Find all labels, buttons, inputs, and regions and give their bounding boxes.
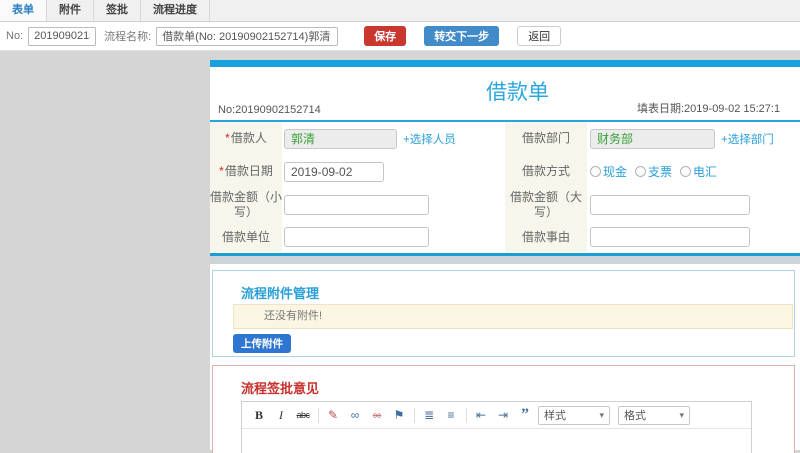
form-meta-row: No:20190902152714 填表日期:2019-09-02 15:27:… [210,101,800,122]
attachments-section: 流程附件管理 还没有附件! 上传附件 [212,270,795,357]
required-mark: * [225,131,230,145]
form-table: *借款人 +选择人员 借款部门 +选择部门 *借款日期 [210,122,800,252]
panel-accent-bar [210,60,800,67]
cash-radio[interactable] [590,166,601,177]
loan-method-label: 借款方式 [505,155,587,188]
form-title: 借款单 [486,81,549,104]
editor-toolbar: B I abc ✎ ∞ ∞ ⚑ ≣ ≡ ⇤ ⇥ ” 样式 ▾ 格式 ▾ [242,402,751,429]
no-input[interactable] [28,26,97,46]
cheque-radio-label[interactable]: 支票 [648,163,672,180]
anchor-flag-icon[interactable]: ⚑ [390,406,408,424]
section-divider [210,256,800,264]
fill-date: 填表日期:2019-09-02 15:27:1 [637,103,781,115]
amount-uppercase-label: 借款金额（大写） [505,188,587,222]
unlink-icon[interactable]: ∞ [368,406,386,424]
loan-reason-label: 借款事由 [505,222,587,252]
styles-dropdown-label: 样式 [544,410,566,422]
amount-lowercase-label: 借款金额（小写） [210,188,282,222]
attachments-heading: 流程附件管理 [241,286,320,301]
link-icon[interactable]: ∞ [346,406,364,424]
format-dropdown[interactable]: 格式 ▾ [618,405,690,425]
loan-unit-label: 借款单位 [210,222,282,252]
borrower-label: *借款人 [210,122,282,155]
bold-icon[interactable]: B [250,406,268,424]
italic-icon[interactable]: I [272,406,290,424]
loan-reason-input[interactable] [590,227,750,247]
remove-format-icon[interactable]: ✎ [324,406,342,424]
department-label: 借款部门 [505,122,587,155]
process-name-input[interactable] [156,26,339,46]
wire-transfer-radio[interactable] [680,166,692,177]
approval-heading: 流程签批意见 [241,381,320,396]
form-row-amount: 借款金额（小写） 借款金额（大写） [210,188,800,222]
process-name-label: 流程名称: [104,31,152,43]
format-dropdown-label: 格式 [624,410,646,422]
editor-content-area[interactable] [242,429,751,453]
approval-section: 流程签批意见 B I abc ✎ ∞ ∞ ⚑ ≣ ≡ ⇤ ⇥ ” 样式 ▾ 格式… [212,365,795,453]
cheque-radio[interactable] [635,166,647,177]
loan-method-radio-group: 现金 支票 电汇 [590,163,725,180]
wire-transfer-radio-label[interactable]: 电汇 [693,163,717,180]
command-bar: No: 流程名称: 保存 转交下一步 返回 [0,22,800,51]
main-panel: 借款单 No:20190902152714 填表日期:2019-09-02 15… [210,60,800,453]
approval-comment-editor: B I abc ✎ ∞ ∞ ⚑ ≣ ≡ ⇤ ⇥ ” 样式 ▾ 格式 ▾ [241,401,752,453]
toolbar-divider [466,407,467,423]
forward-next-step-button[interactable]: 转交下一步 [424,26,500,46]
form-row-date-method: *借款日期 借款方式 现金 支票 电汇 [210,155,800,188]
tab-bar: 表单 附件 签批 流程进度 [0,0,800,22]
numbered-list-icon[interactable]: ≣ [420,406,438,424]
amount-uppercase-input[interactable] [590,195,750,215]
chevron-down-icon: ▾ [679,409,684,420]
tab-form[interactable]: 表单 [0,0,47,21]
loan-form: 借款单 No:20190902152714 填表日期:2019-09-02 15… [210,67,800,256]
toolbar-divider [414,407,415,423]
loan-date-input[interactable] [284,161,384,182]
save-button[interactable]: 保存 [364,26,407,46]
form-row-unit-reason: 借款单位 借款事由 [210,222,800,252]
chevron-down-icon: ▾ [599,409,604,420]
indent-icon[interactable]: ⇥ [494,406,512,424]
no-label: No: [6,30,24,42]
back-button[interactable]: 返回 [517,26,562,46]
select-department-link[interactable]: +选择部门 [721,131,774,147]
toolbar-divider [318,407,319,423]
loan-date-label: *借款日期 [210,155,282,188]
document-number: No:20190902152714 [218,104,321,116]
lower-area: 流程附件管理 还没有附件! 上传附件 流程签批意见 B I abc ✎ ∞ ∞ … [210,264,800,453]
select-person-link[interactable]: +选择人员 [403,131,456,147]
tab-process-progress[interactable]: 流程进度 [141,0,210,21]
required-mark: * [219,164,224,178]
bullet-list-icon[interactable]: ≡ [442,406,460,424]
outdent-icon[interactable]: ⇤ [472,406,490,424]
strikethrough-icon[interactable]: abc [294,406,312,424]
borrower-input[interactable] [284,128,397,149]
amount-lowercase-input[interactable] [284,195,429,215]
no-attachments-message: 还没有附件! [233,304,793,329]
blockquote-icon[interactable]: ” [516,406,534,424]
upload-attachment-button[interactable]: 上传附件 [233,334,291,353]
form-row-borrower: *借款人 +选择人员 借款部门 +选择部门 [210,122,800,155]
tab-attachments[interactable]: 附件 [47,0,94,21]
loan-unit-input[interactable] [284,227,429,247]
tab-approval[interactable]: 签批 [94,0,141,21]
department-input[interactable] [590,128,715,149]
styles-dropdown[interactable]: 样式 ▾ [538,405,610,425]
cash-radio-label[interactable]: 现金 [603,163,627,180]
